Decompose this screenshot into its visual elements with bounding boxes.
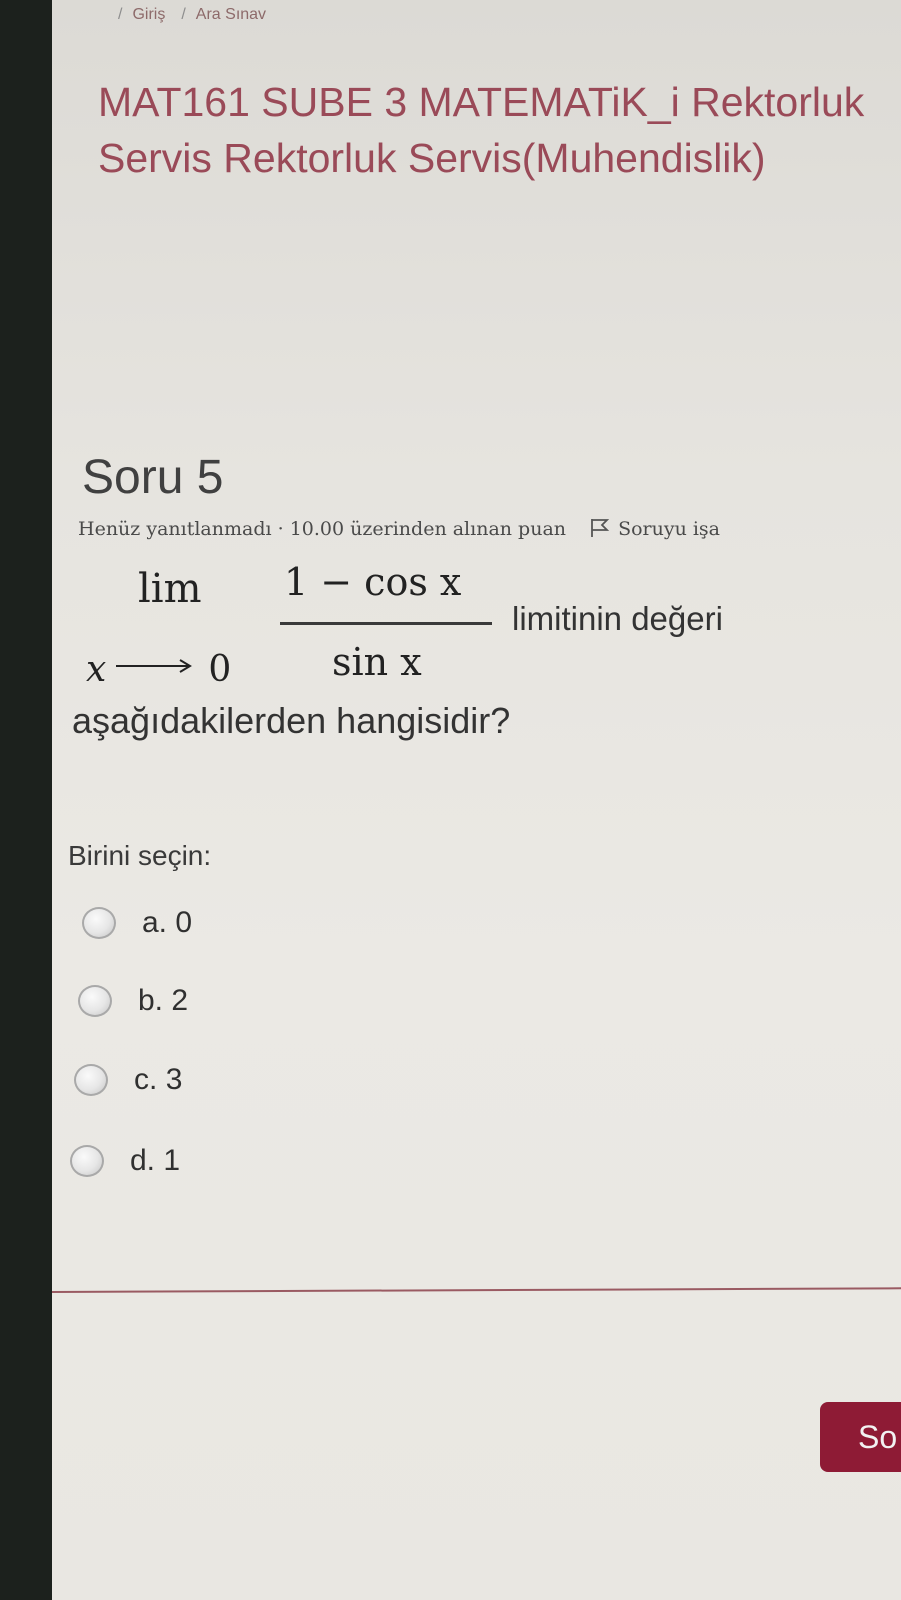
- limit-target: 0: [208, 649, 232, 690]
- radio-icon[interactable]: [78, 985, 112, 1017]
- breadcrumb: / Giriş / Ara Sınav: [118, 6, 267, 23]
- option-letter: c.: [134, 1063, 158, 1096]
- question-grade: 10.00 üzerinden alınan puan: [289, 518, 567, 540]
- fraction-denominator: sin x: [332, 640, 422, 684]
- option-letter: d.: [130, 1144, 156, 1177]
- course-title: MAT161 SUBE 3 MATEMATiK_i Rektorluk Serv…: [98, 79, 865, 181]
- question-status: Henüz yanıtlanmadı: [78, 518, 272, 540]
- breadcrumb-exam-link[interactable]: Ara Sınav: [196, 6, 266, 23]
- option-c[interactable]: c. 3: [74, 1063, 182, 1097]
- next-page-button[interactable]: So: [820, 1402, 901, 1472]
- answer-prompt: Birini seçin:: [68, 840, 212, 871]
- limit-variable: x: [86, 649, 107, 690]
- radio-icon[interactable]: [82, 907, 116, 939]
- option-a[interactable]: a. 0: [82, 906, 192, 940]
- flag-question-link[interactable]: Soruyu işa: [618, 518, 720, 540]
- question-text: limitinin değeri: [512, 600, 723, 637]
- option-letter: b.: [138, 984, 164, 1017]
- limit-subscript: x0: [86, 641, 231, 690]
- radio-icon[interactable]: [70, 1145, 104, 1177]
- arrow-icon: [116, 641, 194, 682]
- option-value: 2: [171, 984, 189, 1017]
- fraction-bar: [280, 622, 492, 625]
- quiz-page: / Giriş / Ara Sınav MAT161 SUBE 3 MATEMATiK…: [52, 0, 901, 1600]
- radio-icon[interactable]: [74, 1064, 108, 1096]
- option-letter: a.: [142, 906, 168, 939]
- limit-operator: lim: [138, 566, 202, 612]
- option-value: 1: [163, 1144, 181, 1177]
- breadcrumb-home-link[interactable]: Giriş: [132, 6, 165, 23]
- fraction-numerator: 1 − cos x: [284, 560, 462, 604]
- option-value: 0: [175, 906, 193, 939]
- divider: [52, 1287, 901, 1293]
- question-text-continued: aşağıdakilerden hangisidir?: [72, 700, 511, 741]
- question-title: Soru 5: [82, 451, 224, 504]
- question-info: Henüz yanıtlanmadı · 10.00 üzerinden alı…: [78, 518, 720, 543]
- option-d[interactable]: d. 1: [70, 1144, 180, 1178]
- flag-icon[interactable]: [590, 518, 610, 543]
- option-b[interactable]: b. 2: [78, 984, 188, 1018]
- option-value: 3: [165, 1063, 183, 1096]
